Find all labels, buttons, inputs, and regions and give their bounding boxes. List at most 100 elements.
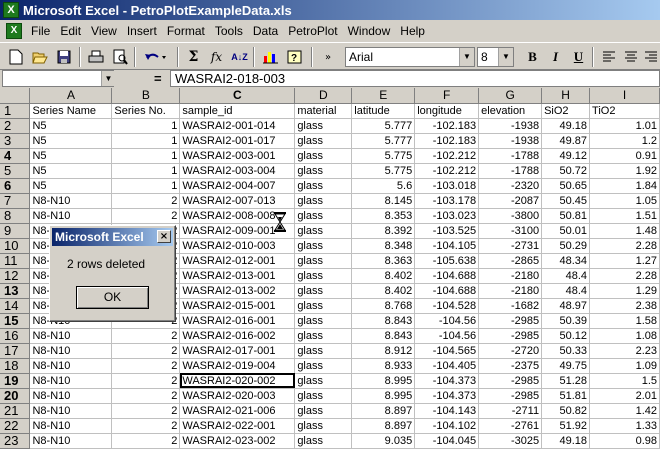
- cell-h-4[interactable]: 49.12: [541, 148, 591, 164]
- cell-f-2[interactable]: -102.183: [414, 118, 480, 134]
- cell-i-5[interactable]: 1.92: [589, 163, 660, 179]
- cell-a-17[interactable]: N8-N10: [29, 343, 113, 359]
- cell-f-22[interactable]: -104.102: [414, 418, 480, 434]
- column-header-a[interactable]: A: [29, 88, 113, 104]
- bold-button[interactable]: B: [521, 46, 544, 68]
- cell-c-21[interactable]: WASRAI2-021-006: [179, 403, 296, 419]
- cell-g-19[interactable]: -2985: [478, 373, 543, 389]
- cell-c-1[interactable]: sample_id: [179, 103, 296, 119]
- cell-h-1[interactable]: SiO2: [541, 103, 591, 119]
- cell-c-23[interactable]: WASRAI2-023-002: [179, 433, 296, 449]
- cell-e-9[interactable]: 8.392: [351, 223, 416, 239]
- cell-e-13[interactable]: 8.402: [351, 283, 416, 299]
- cell-h-8[interactable]: 50.81: [541, 208, 591, 224]
- cell-a-6[interactable]: N5: [29, 178, 113, 194]
- cell-a-22[interactable]: N8-N10: [29, 418, 113, 434]
- cell-h-22[interactable]: 51.92: [541, 418, 591, 434]
- column-header-i[interactable]: I: [589, 88, 660, 104]
- menu-petroplot[interactable]: PetroPlot: [283, 24, 342, 38]
- cell-h-18[interactable]: 49.75: [541, 358, 591, 374]
- cell-c-18[interactable]: WASRAI2-019-004: [179, 358, 296, 374]
- cell-f-10[interactable]: -104.105: [414, 238, 480, 254]
- row-header[interactable]: 20: [0, 388, 31, 404]
- cell-e-21[interactable]: 8.897: [351, 403, 416, 419]
- cell-b-4[interactable]: 1: [111, 148, 181, 164]
- cell-b-17[interactable]: 2: [111, 343, 181, 359]
- row-header[interactable]: 6: [0, 178, 31, 194]
- cell-b-16[interactable]: 2: [111, 328, 181, 344]
- cell-i-12[interactable]: 2.28: [589, 268, 660, 284]
- row-header[interactable]: 8: [0, 208, 31, 224]
- row-header[interactable]: 7: [0, 193, 31, 209]
- select-all-corner[interactable]: [0, 88, 31, 104]
- cell-c-17[interactable]: WASRAI2-017-001: [179, 343, 296, 359]
- cell-g-2[interactable]: -1938: [478, 118, 543, 134]
- cell-e-14[interactable]: 8.768: [351, 298, 416, 314]
- cell-c-16[interactable]: WASRAI2-016-002: [179, 328, 296, 344]
- cell-a-1[interactable]: Series Name: [29, 103, 113, 119]
- cell-d-13[interactable]: glass: [294, 283, 353, 299]
- cell-g-21[interactable]: -2711: [478, 403, 543, 419]
- column-header-h[interactable]: H: [541, 88, 591, 104]
- column-header-f[interactable]: F: [414, 88, 480, 104]
- menu-edit[interactable]: Edit: [55, 24, 86, 38]
- italic-button[interactable]: I: [544, 46, 567, 68]
- cell-f-1[interactable]: longitude: [414, 103, 480, 119]
- cell-i-15[interactable]: 1.58: [589, 313, 660, 329]
- cell-g-10[interactable]: -2731: [478, 238, 543, 254]
- cell-d-15[interactable]: glass: [294, 313, 353, 329]
- cell-d-19[interactable]: glass: [294, 373, 353, 389]
- cell-f-20[interactable]: -104.373: [414, 388, 480, 404]
- cell-c-4[interactable]: WASRAI2-003-001: [179, 148, 296, 164]
- cell-c-14[interactable]: WASRAI2-015-001: [179, 298, 296, 314]
- cell-i-18[interactable]: 1.09: [589, 358, 660, 374]
- open-folder-icon[interactable]: [28, 46, 51, 68]
- cell-h-9[interactable]: 50.01: [541, 223, 591, 239]
- cell-c-15[interactable]: WASRAI2-016-001: [179, 313, 296, 329]
- cell-g-6[interactable]: -2320: [478, 178, 543, 194]
- cell-a-3[interactable]: N5: [29, 133, 113, 149]
- undo-icon[interactable]: [140, 46, 172, 68]
- cell-h-17[interactable]: 50.33: [541, 343, 591, 359]
- cell-i-17[interactable]: 2.23: [589, 343, 660, 359]
- row-header[interactable]: 4: [0, 148, 31, 164]
- cell-e-6[interactable]: 5.6: [351, 178, 416, 194]
- cell-i-2[interactable]: 1.01: [589, 118, 660, 134]
- cell-a-5[interactable]: N5: [29, 163, 113, 179]
- cell-i-3[interactable]: 1.2: [589, 133, 660, 149]
- cell-e-19[interactable]: 8.995: [351, 373, 416, 389]
- cell-f-4[interactable]: -102.212: [414, 148, 480, 164]
- cell-i-10[interactable]: 2.28: [589, 238, 660, 254]
- cell-f-5[interactable]: -102.212: [414, 163, 480, 179]
- column-header-g[interactable]: G: [478, 88, 543, 104]
- cell-c-22[interactable]: WASRAI2-022-001: [179, 418, 296, 434]
- cell-c-11[interactable]: WASRAI2-012-001: [179, 253, 296, 269]
- sort-ascending-icon[interactable]: A↓Z: [228, 46, 251, 68]
- formula-input[interactable]: WASRAI2-018-003: [170, 70, 660, 87]
- cell-h-6[interactable]: 50.65: [541, 178, 591, 194]
- menu-data[interactable]: Data: [248, 24, 283, 38]
- cell-h-11[interactable]: 48.34: [541, 253, 591, 269]
- row-header[interactable]: 18: [0, 358, 31, 374]
- cell-f-16[interactable]: -104.56: [414, 328, 480, 344]
- cell-g-13[interactable]: -2180: [478, 283, 543, 299]
- cell-g-22[interactable]: -2761: [478, 418, 543, 434]
- align-center-icon[interactable]: [619, 46, 642, 68]
- cell-f-21[interactable]: -104.143: [414, 403, 480, 419]
- menu-file[interactable]: File: [26, 24, 55, 38]
- excel-app-icon[interactable]: X: [3, 2, 19, 18]
- cell-f-8[interactable]: -103.023: [414, 208, 480, 224]
- cell-f-12[interactable]: -104.688: [414, 268, 480, 284]
- cell-i-13[interactable]: 1.29: [589, 283, 660, 299]
- row-header[interactable]: 14: [0, 298, 31, 314]
- cell-i-8[interactable]: 1.51: [589, 208, 660, 224]
- cell-a-2[interactable]: N5: [29, 118, 113, 134]
- save-icon[interactable]: [52, 46, 75, 68]
- workbook-icon[interactable]: X: [6, 23, 22, 39]
- cell-g-12[interactable]: -2180: [478, 268, 543, 284]
- cell-e-3[interactable]: 5.777: [351, 133, 416, 149]
- autosum-icon[interactable]: Σ: [182, 46, 205, 68]
- row-header[interactable]: 5: [0, 163, 31, 179]
- cell-b-7[interactable]: 2: [111, 193, 181, 209]
- cell-g-14[interactable]: -1682: [478, 298, 543, 314]
